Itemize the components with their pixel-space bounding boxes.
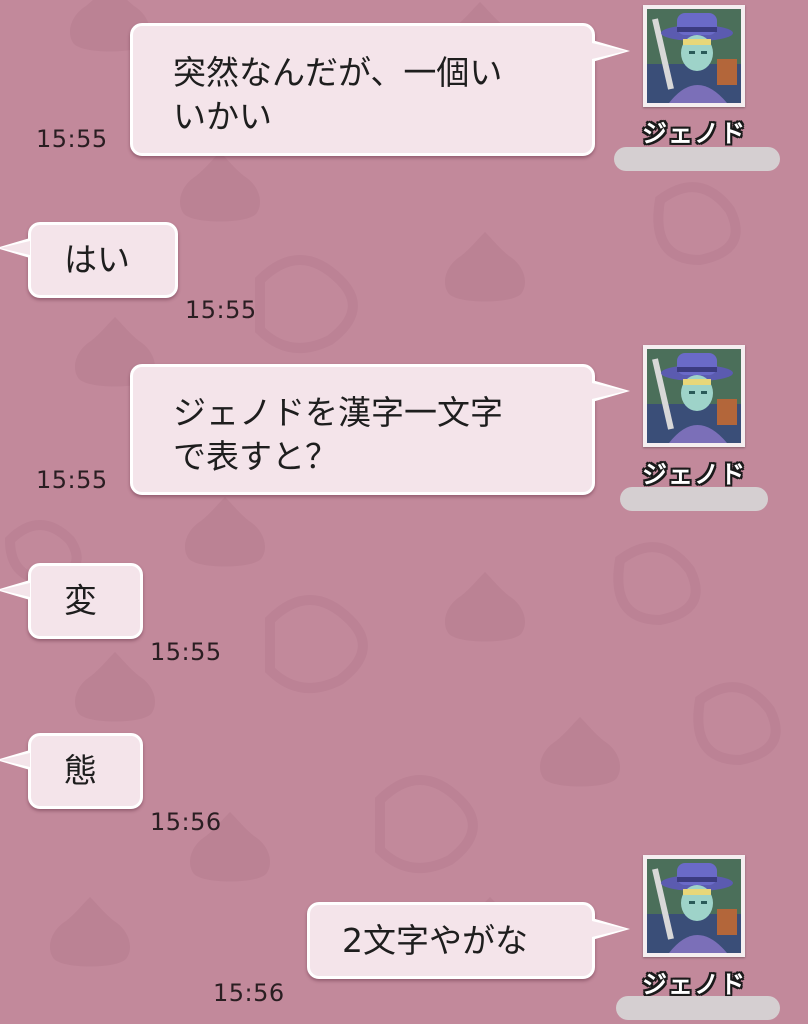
sender-avatar[interactable] <box>643 5 745 107</box>
message-timestamp: 15:55 <box>36 125 108 153</box>
character-avatar-icon <box>647 349 741 443</box>
bubble-tail <box>0 583 30 597</box>
message-timestamp: 15:55 <box>150 638 222 666</box>
message-bubble[interactable]: ジェノドを漢字一文字 で表すと？ <box>130 364 595 495</box>
message-timestamp: 15:56 <box>150 808 222 836</box>
redacted-label <box>620 487 768 511</box>
message-bubble[interactable]: 変 <box>28 563 143 639</box>
message-text-line: いかい <box>173 97 272 136</box>
sender-avatar[interactable] <box>643 345 745 447</box>
sender-name: ジェノド <box>641 460 746 489</box>
character-avatar-icon <box>647 859 741 953</box>
message-timestamp: 15:56 <box>213 979 285 1007</box>
message-timestamp: 15:55 <box>36 466 108 494</box>
message-bubble[interactable]: 2文字やがな <box>307 902 595 979</box>
message-bubble[interactable]: 態 <box>28 733 143 809</box>
redacted-label <box>616 996 780 1020</box>
message-text-line: 態 <box>64 751 97 790</box>
redacted-label <box>614 147 780 171</box>
message-text-line: ジェノドを漢字一文字 <box>173 393 503 432</box>
bubble-tail <box>0 753 30 767</box>
message-text-line: 変 <box>64 581 97 620</box>
message-text-line: で表すと？ <box>173 437 338 476</box>
bubble-tail <box>592 43 626 59</box>
bubble-tail <box>592 921 626 937</box>
bubble-tail <box>0 241 30 255</box>
sender-avatar[interactable] <box>643 855 745 957</box>
message-timestamp: 15:55 <box>185 296 257 324</box>
message-text-line: 2文字やがな <box>342 921 528 960</box>
bubble-tail <box>592 383 626 399</box>
message-bubble[interactable]: はい <box>28 222 178 298</box>
character-avatar-icon <box>647 9 741 103</box>
message-text-line: はい <box>64 240 130 279</box>
message-text-line: 突然なんだが、一個い <box>173 53 503 92</box>
message-bubble[interactable]: 突然なんだが、一個い いかい <box>130 23 595 156</box>
sender-name: ジェノド <box>641 119 746 148</box>
